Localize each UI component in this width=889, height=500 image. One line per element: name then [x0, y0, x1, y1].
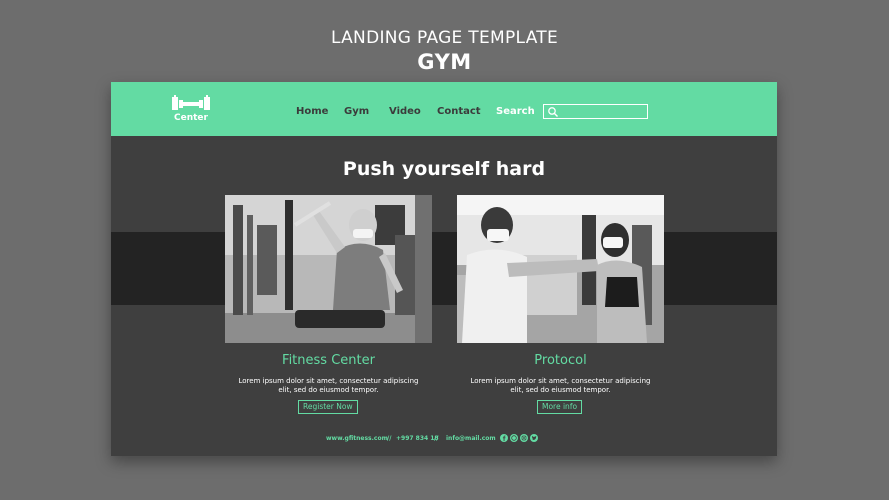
footer-website-link[interactable]: www.gfitness.com [326, 435, 388, 442]
nav-item-contact[interactable]: Contact [437, 106, 481, 117]
card-description-line: elit, sed do eiusmod tempor. [278, 386, 379, 394]
card-description-fitness-center: Lorem ipsum dolor sit amet, consectetur … [225, 377, 432, 395]
card-description-line: elit, sed do eiusmod tempor. [510, 386, 611, 394]
twitter-icon[interactable] [530, 434, 538, 442]
fitness-center-photo [225, 195, 432, 343]
card-title-fitness-center: Fitness Center [282, 353, 375, 368]
footer-phone: +997 834 18 [396, 435, 439, 442]
footer-separator: // [387, 435, 392, 442]
background-band [111, 232, 777, 305]
instagram-icon[interactable] [520, 434, 528, 442]
search-input[interactable] [543, 104, 648, 119]
footer-separator: // [434, 435, 439, 442]
facebook-icon[interactable] [500, 434, 508, 442]
footer: www.gfitness.com // +997 834 18 // info@… [111, 434, 777, 444]
poster-subtitle: LANDING PAGE TEMPLATE [330, 28, 559, 48]
dumbbell-icon [172, 95, 210, 110]
nav-item-video[interactable]: Video [389, 106, 421, 117]
nav-item-home[interactable]: Home [296, 106, 328, 117]
landing-page-frame: Center Home Gym Video Contact Search Pus… [111, 82, 777, 456]
poster-title: GYM [417, 50, 472, 74]
page-headline: Push yourself hard [342, 158, 546, 180]
search-icon [548, 107, 558, 117]
protocol-photo [457, 195, 664, 343]
navbar: Center Home Gym Video Contact Search [111, 82, 777, 136]
footer-email-link[interactable]: info@mail.com [446, 435, 496, 442]
nav-item-search[interactable]: Search [496, 106, 535, 117]
whatsapp-icon[interactable] [510, 434, 518, 442]
register-now-button[interactable]: Register Now [298, 400, 358, 414]
logo[interactable]: Center [169, 94, 213, 126]
nav-item-gym[interactable]: Gym [344, 106, 369, 117]
card-description-line: Lorem ipsum dolor sit amet, consectetur … [238, 377, 419, 385]
card-description-line: Lorem ipsum dolor sit amet, consectetur … [470, 377, 651, 385]
card-title-protocol: Protocol [534, 353, 587, 368]
card-description-protocol: Lorem ipsum dolor sit amet, consectetur … [457, 377, 664, 395]
logo-text: Center [174, 113, 208, 123]
more-info-button[interactable]: More info [537, 400, 583, 414]
